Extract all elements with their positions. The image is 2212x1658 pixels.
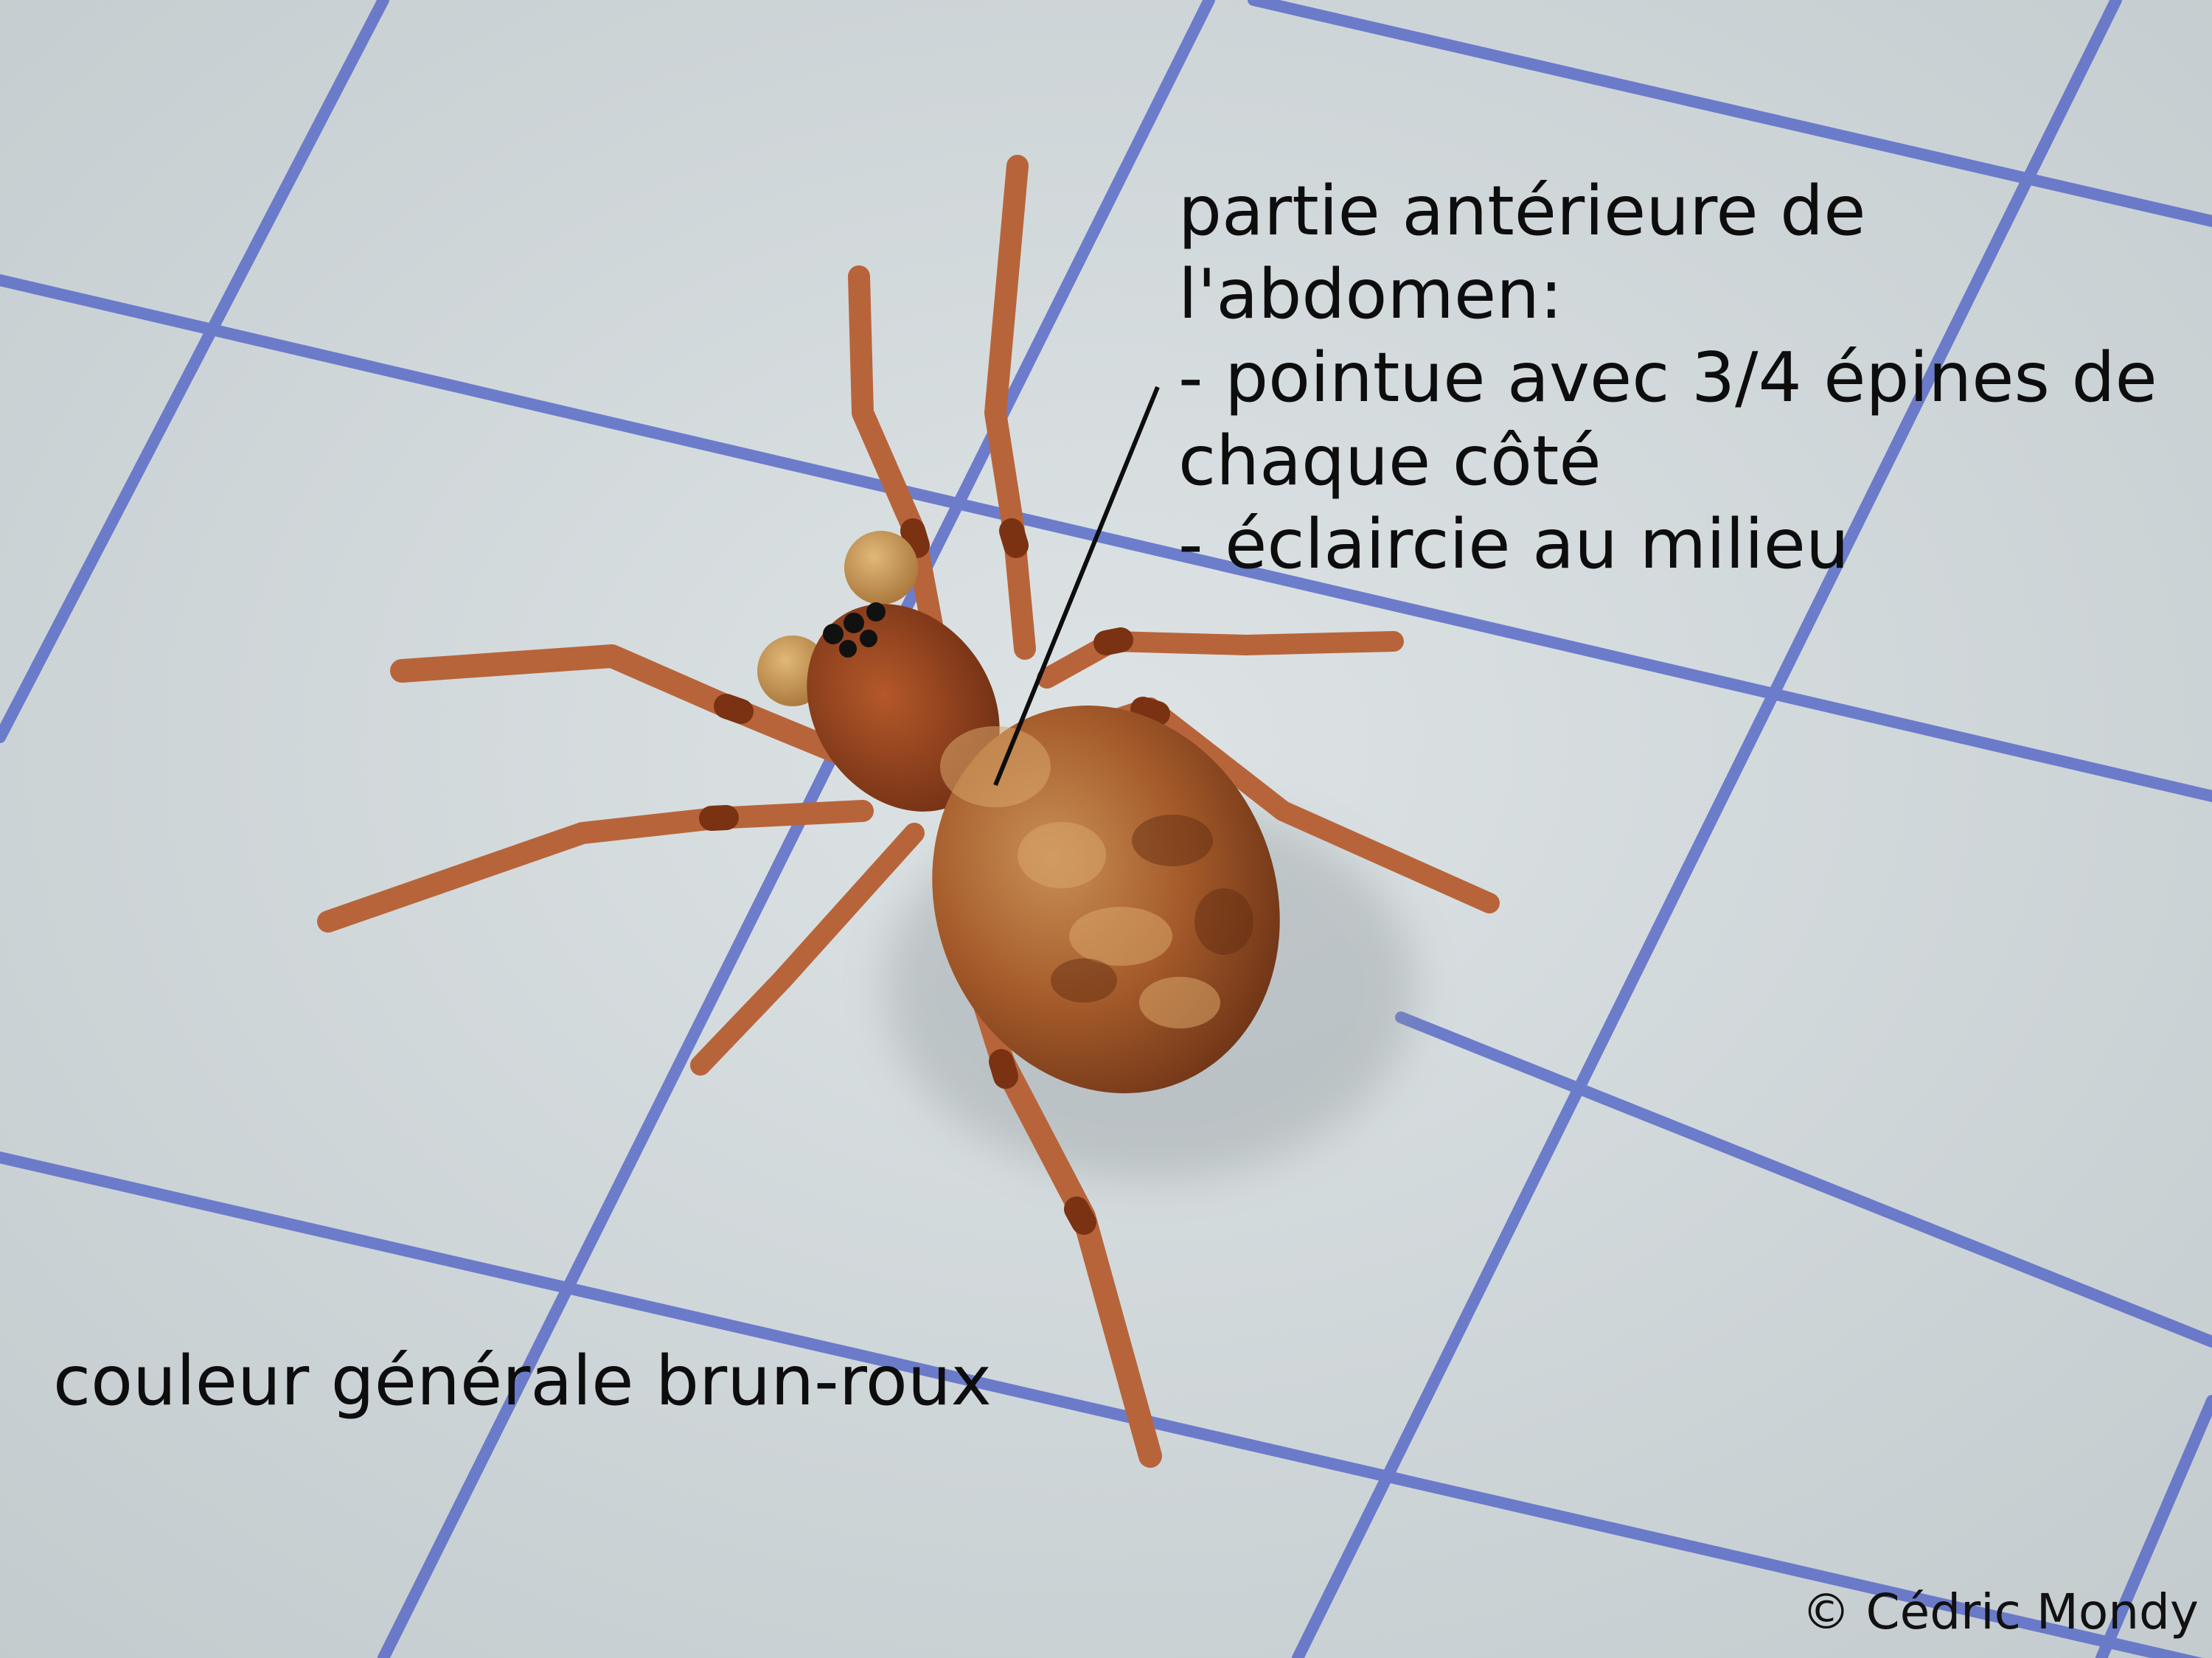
annotated-photo: partie antérieure de l'abdomen: - pointu… — [0, 0, 2212, 1658]
annotation-general-color: couleur générale brun-roux — [53, 1341, 992, 1421]
annotation-line: - pointue avec 3/4 épines de — [1178, 338, 2157, 417]
annotation-line: l'abdomen: — [1178, 254, 1563, 334]
annotation-line: - éclaircie au milieu — [1178, 504, 1849, 584]
annotation-line: partie antérieure de — [1178, 171, 1866, 251]
annotation-line: chaque côté — [1178, 421, 1601, 501]
annotation-anterior-abdomen: partie antérieure de l'abdomen: - pointu… — [1178, 170, 2203, 586]
spider-palp — [844, 531, 918, 605]
photo-credit: © Cédric Mondy — [1801, 1584, 2199, 1640]
